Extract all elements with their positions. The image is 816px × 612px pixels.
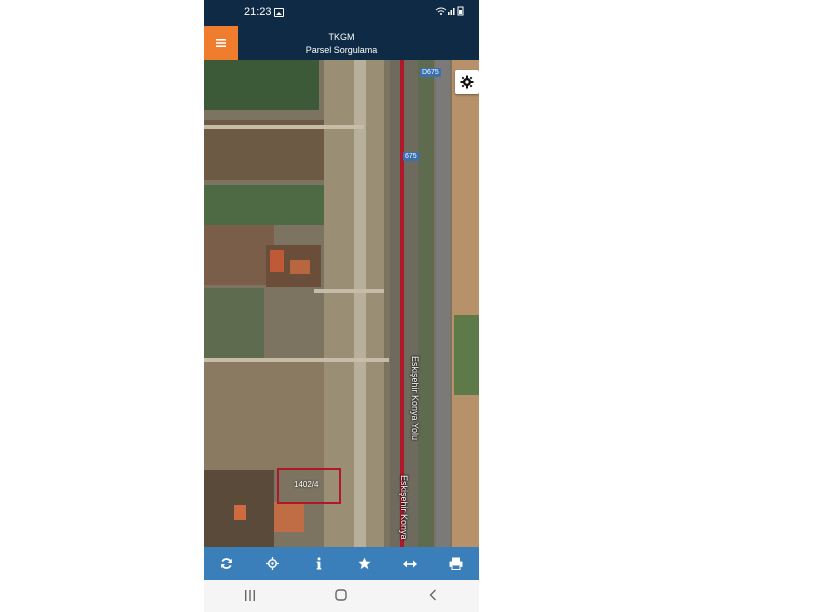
recent-apps-icon — [244, 590, 255, 601]
star-icon — [358, 557, 371, 570]
road-label-2: Eskişehir Konya — [399, 475, 409, 540]
settings-button[interactable] — [455, 70, 479, 94]
status-icons — [435, 6, 465, 19]
refresh-button[interactable] — [212, 549, 242, 579]
measure-button[interactable] — [395, 549, 425, 579]
refresh-icon — [221, 558, 233, 569]
home-icon — [335, 589, 348, 601]
print-button[interactable] — [441, 549, 471, 579]
back-button[interactable] — [413, 588, 453, 604]
measure-icon — [403, 560, 418, 567]
app-bar: TKGM Parsel Sorgulama — [204, 26, 479, 60]
road-label-1: Eskişehir Konya Yolu — [410, 356, 420, 441]
app-subtitle: Parsel Sorgulama — [305, 45, 378, 55]
wifi-signal-battery-icon — [435, 6, 464, 16]
satellite-map[interactable]: D675 675 Eskişehir Konya Yolu Eskişehir … — [204, 60, 479, 547]
print-icon — [449, 557, 463, 570]
status-time: 21:23 — [244, 6, 272, 18]
info-icon — [316, 557, 321, 570]
app-title: TKGM — [328, 32, 355, 42]
recent-apps-button[interactable] — [230, 588, 270, 604]
map-imagery — [204, 60, 479, 547]
home-button[interactable] — [321, 588, 361, 604]
gear-icon — [460, 75, 474, 89]
locate-icon — [266, 557, 280, 570]
locate-button[interactable] — [258, 549, 288, 579]
image-notification-icon — [274, 8, 284, 17]
back-icon — [429, 589, 437, 601]
road-shield-top: D675 — [420, 68, 441, 77]
system-nav-bar — [204, 580, 479, 612]
bottom-toolbar — [204, 547, 479, 580]
parcel-label: 1402/4 — [294, 480, 319, 489]
road-shield-mid: 675 — [403, 152, 419, 161]
phone-screen: 21:23 TKGM Parsel Sorgulama D675 675 Esk… — [204, 0, 479, 612]
info-button[interactable] — [304, 549, 334, 579]
status-bar: 21:23 — [204, 0, 479, 26]
favorite-button[interactable] — [349, 549, 379, 579]
